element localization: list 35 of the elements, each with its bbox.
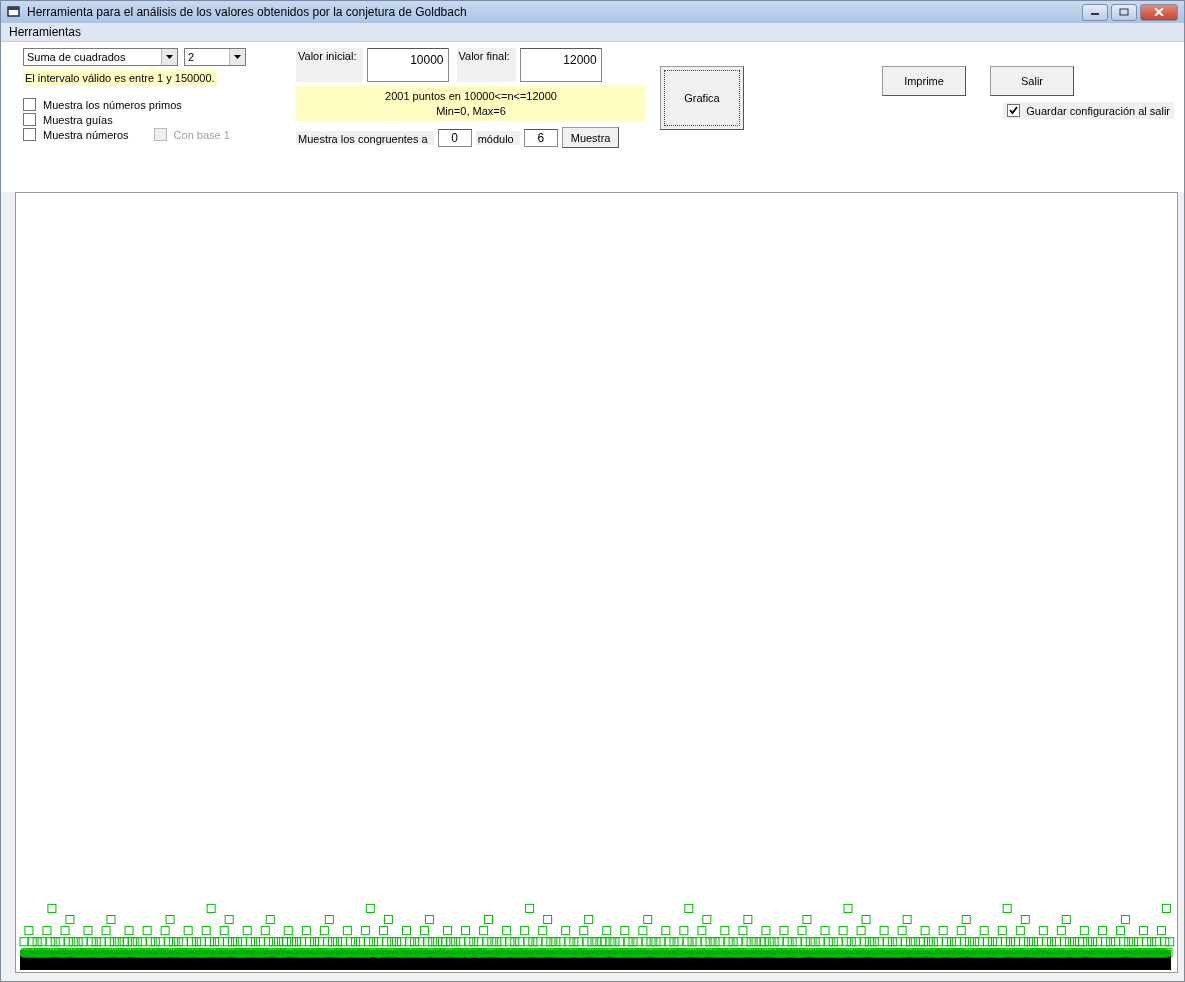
end-label: Valor final:: [456, 48, 516, 82]
congruence-label: Muestra los congruentes a: [296, 130, 434, 145]
valid-range-label: El intervalo válido es entre 1 y 150000.: [23, 70, 217, 86]
app-icon: [7, 6, 21, 18]
residue-field[interactable]: 0: [437, 128, 472, 147]
exit-button[interactable]: Salir: [990, 66, 1074, 96]
summary-text: Min=0, Max=6: [436, 105, 506, 117]
print-button[interactable]: Imprime: [882, 66, 966, 96]
checkbox-label: Con base 1: [173, 128, 230, 141]
order-dropdown[interactable]: 2: [184, 48, 246, 66]
window-title: Herramienta para el análisis de los valores obtenidos por la conjetura de Goldbach: [27, 5, 468, 19]
checkbox[interactable]: [23, 113, 36, 126]
start-label: Valor inicial:: [296, 48, 363, 82]
checkbox-label: Muestra números: [43, 128, 129, 141]
show-button[interactable]: Muestra: [561, 127, 620, 148]
summary-text: 2001 puntos en 10000<=n<=12000: [385, 90, 557, 102]
checkbox[interactable]: [23, 98, 36, 111]
dropdown-arrow-icon: [166, 55, 173, 59]
modulus-label: módulo: [475, 130, 520, 145]
menu-item[interactable]: Herramientas: [9, 25, 82, 39]
start-field[interactable]: 10000: [366, 48, 449, 82]
minimize-button[interactable]: [1082, 3, 1108, 21]
modulus-field[interactable]: 6: [523, 128, 558, 147]
maximize-icon: [1119, 8, 1129, 16]
close-icon: [1154, 8, 1164, 16]
checkbox[interactable]: [23, 128, 36, 141]
dropdown-arrow-icon: [234, 55, 241, 59]
end-field[interactable]: 12000: [519, 48, 602, 82]
function-dropdown[interactable]: Suma de cuadrados: [23, 48, 178, 66]
checkbox[interactable]: [1007, 104, 1021, 117]
checkbox-label: Muestra guías: [43, 113, 113, 126]
graph-button[interactable]: Grafica: [660, 66, 744, 130]
close-button[interactable]: [1140, 3, 1178, 21]
checkbox-label: Muestra los números primos: [43, 98, 182, 111]
checkbox-label: Guardar configuración al salir: [1026, 104, 1170, 117]
